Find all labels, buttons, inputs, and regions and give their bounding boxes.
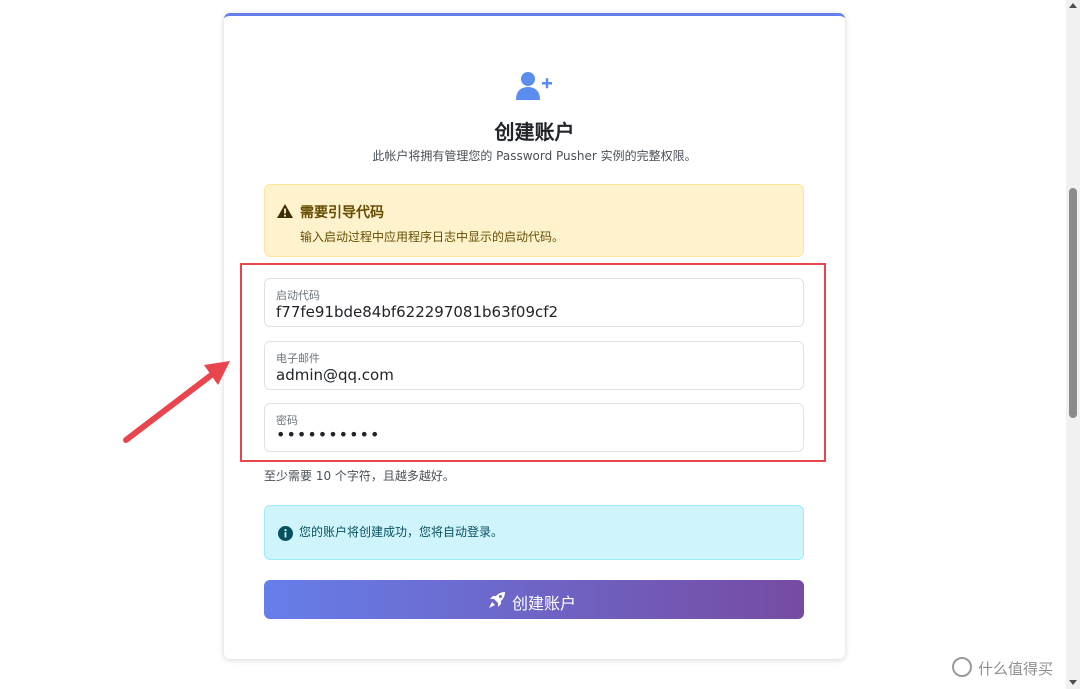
rocket-icon bbox=[489, 592, 505, 608]
highlight-box bbox=[240, 263, 826, 462]
warning-triangle-icon bbox=[277, 204, 293, 218]
scroll-up-arrow-icon[interactable] bbox=[1069, 3, 1077, 8]
create-account-button-label: 创建账户 bbox=[512, 594, 577, 613]
page-title: 创建账户 bbox=[494, 120, 575, 144]
alert-text: 输入启动过程中应用程序日志中显示的启动代码。 bbox=[300, 230, 565, 244]
watermark-logo-icon bbox=[952, 657, 972, 677]
scroll-down-arrow-icon[interactable] bbox=[1069, 680, 1077, 685]
scrollbar-thumb[interactable] bbox=[1069, 188, 1077, 418]
info-text: 您的账户将创建成功，您将自动登录。 bbox=[299, 525, 504, 539]
info-circle-icon bbox=[278, 526, 293, 541]
user-plus-icon bbox=[516, 72, 552, 100]
annotation-arrow-icon bbox=[123, 361, 230, 443]
alert-title: 需要引导代码 bbox=[300, 205, 384, 221]
watermark-text: 什么值得买 bbox=[978, 660, 1054, 678]
bootstrap-code-alert: 需要引导代码 输入启动过程中应用程序日志中显示的启动代码。 bbox=[264, 184, 804, 257]
password-hint: 至少需要 10 个字符，且越多越好。 bbox=[264, 469, 455, 483]
create-account-button[interactable]: 创建账户 bbox=[264, 580, 804, 619]
page-subtitle: 此帐户将拥有管理您的 Password Pusher 实例的完整权限。 bbox=[372, 149, 697, 163]
auto-login-info: 您的账户将创建成功，您将自动登录。 bbox=[264, 505, 804, 560]
scrollbar[interactable] bbox=[1066, 0, 1080, 689]
